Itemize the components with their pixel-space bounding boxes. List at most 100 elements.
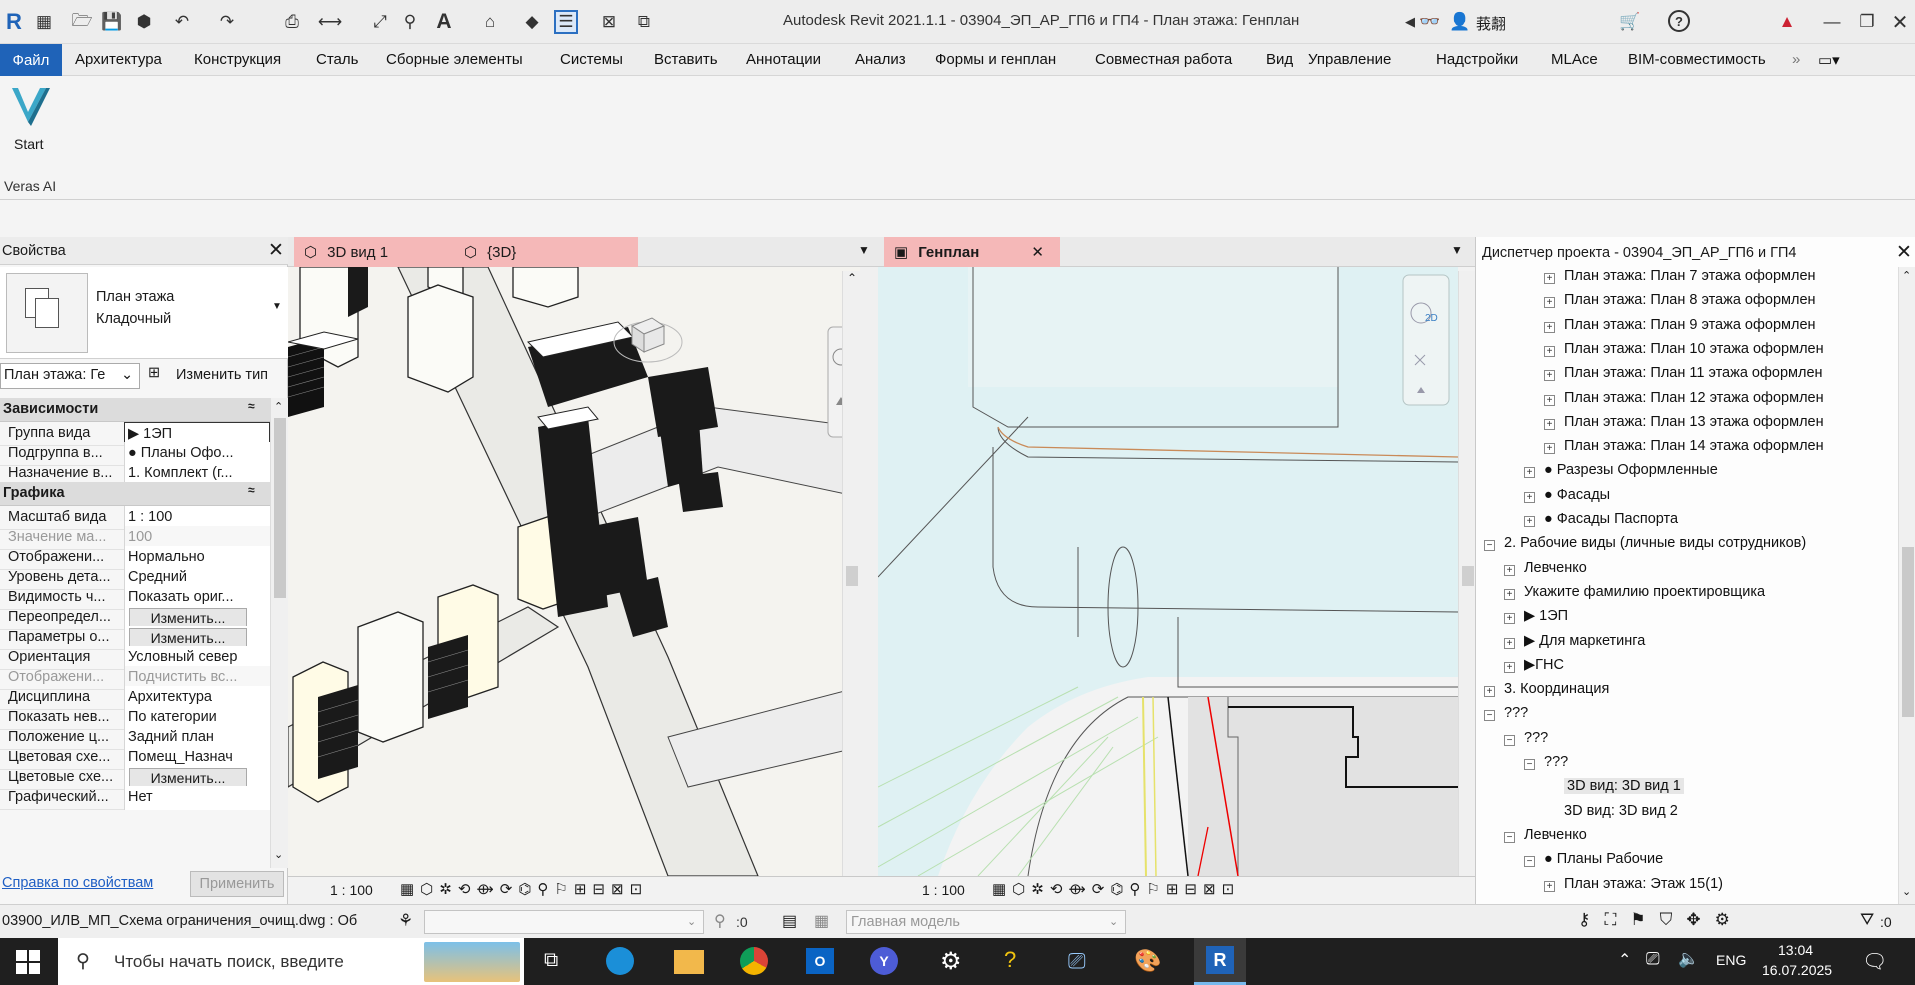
tab-file[interactable]: Файл	[0, 44, 62, 76]
worksets-icon[interactable]: ⚘	[398, 911, 413, 931]
filter-icon[interactable]: ⛛	[1860, 910, 1874, 930]
chrome-icon[interactable]	[740, 947, 768, 975]
close-window-icon[interactable]: ✕	[1888, 10, 1912, 34]
scroll-thumb[interactable]	[846, 566, 858, 586]
dimension-icon[interactable]: ⤢	[368, 10, 392, 34]
expand-icon[interactable]: +	[1544, 297, 1555, 308]
tab-precast[interactable]: Сборные элементы	[386, 51, 523, 68]
expand-icon[interactable]: +	[1484, 686, 1495, 697]
help-icon[interactable]: ?	[1668, 10, 1690, 32]
selection-filter-icons[interactable]: ⚷⛶⚑⛉✥⚙	[1578, 910, 1744, 930]
browser-item[interactable]: 2. Рабочие виды (личные виды сотрудников…	[1504, 535, 1806, 551]
browser-item[interactable]: Левченко	[1524, 560, 1587, 576]
expand-icon[interactable]: +	[1544, 419, 1555, 430]
binoculars-icon[interactable]: 👓	[1418, 10, 1442, 34]
view2-scale[interactable]: 1 : 100	[922, 882, 965, 898]
windows-start-icon[interactable]	[16, 950, 40, 974]
scroll-up-icon[interactable]: ⌃	[1902, 269, 1911, 282]
remote-app-icon[interactable]: ⎚	[1068, 948, 1086, 974]
taskbar-search[interactable]: ⚲ Чтобы начать поиск, введите	[58, 938, 524, 985]
scroll-down-icon[interactable]: ⌄	[1902, 885, 1911, 898]
workset-dropdown[interactable]: ⌄	[424, 910, 704, 934]
edit-type-button[interactable]: ⊞ Изменить тип	[146, 363, 286, 389]
edit-property-button[interactable]: Изменить...	[129, 768, 247, 788]
user-icon[interactable]: 👤	[1448, 10, 1472, 34]
switch-windows-icon[interactable]: ⧉	[632, 10, 656, 34]
save-icon[interactable]: 💾	[100, 10, 124, 34]
editable-only-icon[interactable]: ⚲	[714, 911, 726, 931]
close-icon[interactable]: ✕	[268, 239, 284, 262]
tab-3d-default[interactable]: ⬡ {3D}	[430, 237, 638, 267]
redo-icon[interactable]: ↷	[215, 10, 239, 34]
tab-manage[interactable]: Управление	[1308, 51, 1391, 68]
browser-item[interactable]: План этажа: План 12 этажа оформлен	[1564, 390, 1824, 406]
revit-logo-icon[interactable]: R	[2, 10, 26, 34]
expand-icon[interactable]: +	[1544, 395, 1555, 406]
expand-icon[interactable]: +	[1544, 881, 1555, 892]
tab-site-plan[interactable]: ▣ Генплан ✕	[884, 237, 1060, 267]
design-option-dropdown[interactable]: Главная модель ⌄	[846, 910, 1126, 934]
collapse-icon[interactable]: −	[1524, 856, 1535, 867]
browser-item[interactable]: ● Фасады Паспорта	[1544, 511, 1678, 527]
browser-item[interactable]: ▶ 1ЭП	[1524, 608, 1568, 624]
scroll-thumb[interactable]	[274, 418, 286, 598]
browser-item[interactable]: 3D вид: 3D вид 1	[1564, 778, 1684, 794]
tab-menu-icon[interactable]: ▼	[1451, 243, 1463, 257]
task-view-icon[interactable]: ⧉	[544, 949, 558, 972]
text-icon[interactable]: A	[432, 10, 456, 34]
browser-item[interactable]: План этажа: План 14 этажа оформлен	[1564, 438, 1824, 454]
undo-icon[interactable]: ↶	[170, 10, 194, 34]
tray-chevron-icon[interactable]: ⌃	[1618, 950, 1631, 970]
collapse-icon[interactable]: ≈	[248, 399, 255, 413]
tab-view[interactable]: Вид	[1266, 51, 1293, 68]
expand-icon[interactable]: +	[1524, 492, 1535, 503]
outlook-icon[interactable]: O	[806, 948, 834, 974]
browser-item[interactable]: ▶ Для маркетинга	[1524, 633, 1645, 649]
browser-item[interactable]: ???	[1504, 705, 1528, 721]
view1-control-icons[interactable]: ▦⬡✲⟲⟴⟳⌬⚲⚐⊞⊟⊠⊡	[400, 880, 648, 898]
edit-property-button[interactable]: Изменить...	[129, 628, 247, 648]
expand-icon[interactable]: +	[1544, 370, 1555, 381]
explorer-icon[interactable]	[674, 950, 704, 974]
scroll-up-icon[interactable]: ⌃	[847, 271, 857, 285]
thin-lines-icon[interactable]: ☰	[554, 10, 578, 34]
category-constraints[interactable]: Зависимости	[0, 398, 270, 422]
collapse-icon[interactable]: −	[1504, 832, 1515, 843]
tab-menu-icon[interactable]: ▼	[858, 243, 870, 257]
autodesk-icon[interactable]: ▲	[1775, 10, 1799, 34]
clock-time[interactable]: 13:04	[1778, 942, 1813, 958]
view1-scale[interactable]: 1 : 100	[330, 882, 373, 898]
collapse-icon[interactable]: −	[1504, 735, 1515, 746]
category-graphics[interactable]: Графика	[0, 482, 270, 506]
section-icon[interactable]: ◆	[520, 10, 544, 34]
tab-steel[interactable]: Сталь	[316, 51, 358, 68]
exclude-options-icon[interactable]: ▦	[814, 911, 829, 931]
expand-icon[interactable]: +	[1504, 565, 1515, 576]
ribbon-options-icon[interactable]: ▭▾	[1818, 51, 1840, 69]
tab-analyze[interactable]: Анализ	[855, 51, 906, 68]
expand-icon[interactable]: +	[1544, 273, 1555, 284]
properties-help-link[interactable]: Справка по свойствам	[2, 875, 153, 891]
browser-item[interactable]: ● Фасады	[1544, 487, 1610, 503]
tag-icon[interactable]: ⚲	[398, 10, 422, 34]
3d-viewport[interactable]: ⌃	[288, 267, 860, 876]
close-icon[interactable]: ✕	[1896, 241, 1912, 264]
tab-systems[interactable]: Системы	[560, 51, 623, 68]
notifications-icon[interactable]: 🗨	[1862, 949, 1887, 974]
scroll-thumb[interactable]	[1902, 547, 1914, 717]
browser-scrollbar[interactable]: ⌃ ⌄	[1898, 267, 1915, 904]
browser-item[interactable]: План этажа: План 8 этажа оформлен	[1564, 292, 1816, 308]
user-name[interactable]: 莪𢡡翿	[1476, 13, 1506, 34]
sync-icon[interactable]: ⬢	[132, 10, 156, 34]
tab-bim-interoperability[interactable]: BIM-совместимость	[1628, 51, 1766, 68]
scroll-down-icon[interactable]: ⌄	[274, 848, 283, 861]
property-row[interactable]: Графический... Нет	[0, 786, 270, 810]
tab-collaborate[interactable]: Совместная работа	[1095, 51, 1232, 68]
apply-button[interactable]: Применить	[190, 871, 284, 897]
browser-item[interactable]: Укажите фамилию проектировщика	[1524, 584, 1765, 600]
close-hidden-icon[interactable]: ⊠	[597, 10, 621, 34]
browser-item[interactable]: План этажа: План 7 этажа оформлен	[1564, 268, 1816, 284]
close-tab-icon[interactable]: ✕	[1031, 243, 1044, 261]
collapse-icon[interactable]: −	[1524, 759, 1535, 770]
minimize-icon[interactable]: —	[1820, 10, 1844, 34]
